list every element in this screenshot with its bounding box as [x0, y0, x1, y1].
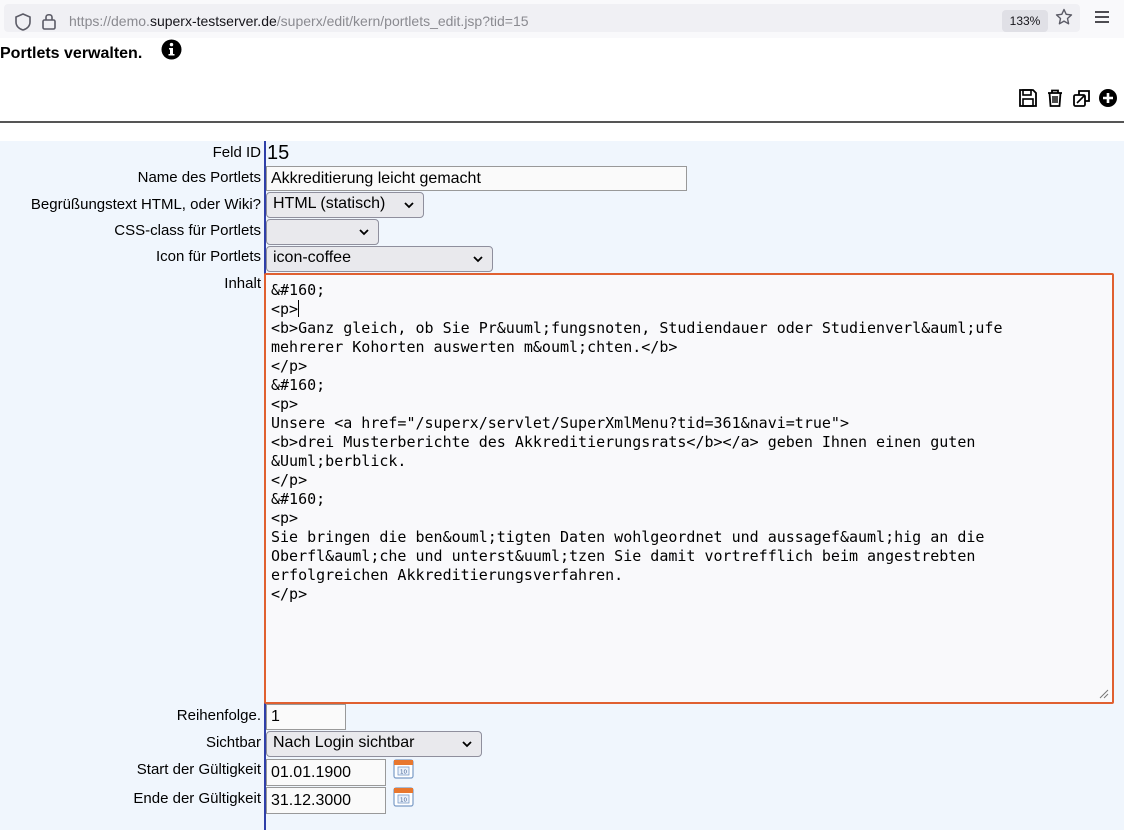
css-class-label: CSS-class für Portlets: [114, 222, 261, 239]
start-date-input[interactable]: [266, 759, 386, 786]
feld-id-label: Feld ID: [212, 144, 261, 161]
portlet-icon-select[interactable]: icon-coffee: [266, 246, 493, 272]
text-cursor: [298, 300, 300, 317]
svg-text:10: 10: [400, 798, 407, 804]
copy-icon[interactable]: [1072, 88, 1092, 108]
resize-handle-icon[interactable]: [1099, 689, 1109, 699]
chevron-down-icon: [462, 741, 472, 748]
inhalt-label: Inhalt: [224, 275, 261, 292]
portlet-name-input[interactable]: [266, 166, 687, 191]
sichtbar-select[interactable]: Nach Login sichtbar: [266, 731, 482, 757]
start-date-label: Start der Gültigkeit: [136, 761, 261, 778]
add-icon[interactable]: [1098, 88, 1118, 108]
chevron-down-icon: [404, 202, 414, 209]
end-date-label: Ende der Gültigkeit: [133, 790, 261, 807]
portlet-icon-label: Icon für Portlets: [155, 248, 261, 265]
chevron-down-icon: [359, 229, 369, 236]
portlet-name-label: Name des Portlets: [137, 169, 261, 186]
address-bar[interactable]: https://demo.superx-testserver.de/superx…: [4, 4, 1080, 32]
lock-icon[interactable]: [41, 12, 57, 30]
reihenfolge-input[interactable]: [266, 704, 346, 730]
sichtbar-value: Nach Login sichtbar: [273, 734, 415, 751]
chevron-down-icon: [473, 256, 483, 263]
svg-text:10: 10: [400, 770, 407, 776]
delete-icon[interactable]: [1045, 88, 1065, 108]
zoom-level[interactable]: 133%: [1002, 10, 1048, 32]
feld-id-value: 15: [267, 142, 290, 164]
sichtbar-label: Sichtbar: [205, 734, 261, 751]
greeting-format-label: Begrüßungstext HTML, oder Wiki?: [30, 196, 261, 213]
portlet-icon-value: icon-coffee: [273, 249, 351, 266]
bookmark-star-icon[interactable]: [1055, 8, 1073, 26]
url-text[interactable]: https://demo.superx-testserver.de/superx…: [69, 13, 529, 29]
page-title: Portlets verwalten.: [0, 45, 143, 62]
end-date-input[interactable]: [266, 787, 386, 814]
browser-toolbar: https://demo.superx-testserver.de/superx…: [0, 0, 1124, 38]
inhalt-textarea[interactable]: &#160; <p> <b>Ganz gleich, ob Sie Pr&uum…: [264, 273, 1114, 704]
header-divider: [0, 121, 1124, 123]
shield-icon[interactable]: [14, 12, 32, 32]
greeting-format-select[interactable]: HTML (statisch): [266, 192, 424, 218]
css-class-select[interactable]: [266, 219, 379, 245]
save-icon[interactable]: [1018, 88, 1038, 108]
calendar-icon[interactable]: 10: [393, 758, 414, 779]
info-icon[interactable]: [161, 39, 182, 60]
calendar-icon[interactable]: 10: [393, 786, 414, 807]
greeting-format-value: HTML (statisch): [273, 195, 386, 212]
reihenfolge-label: Reihenfolge.: [176, 707, 261, 724]
hamburger-menu-icon[interactable]: [1094, 9, 1110, 25]
